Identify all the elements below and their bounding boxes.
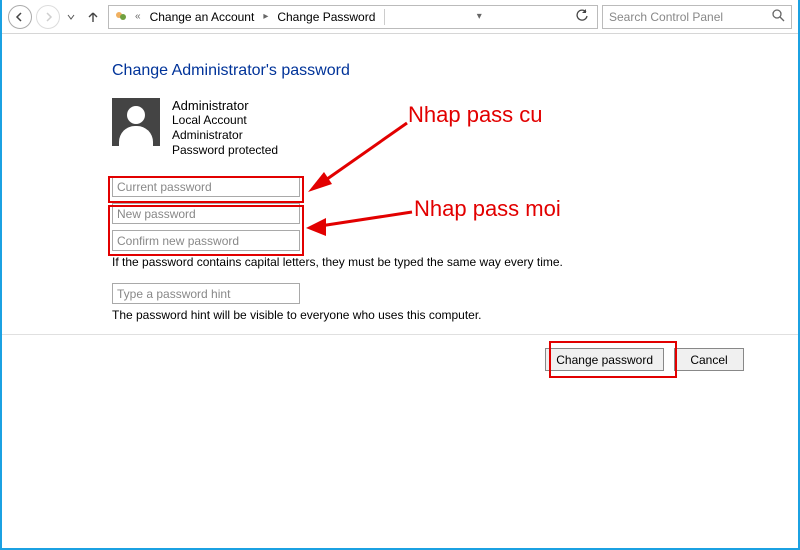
- change-password-button[interactable]: Change password: [545, 348, 664, 371]
- footer-divider: [2, 334, 798, 335]
- page-title: Change Administrator's password: [112, 62, 798, 80]
- button-row: Change password Cancel: [545, 348, 744, 371]
- refresh-button[interactable]: [571, 9, 593, 25]
- current-password-field[interactable]: [112, 176, 300, 197]
- content-area: Change Administrator's password Administ…: [2, 34, 798, 322]
- confirm-password-field[interactable]: [112, 230, 300, 251]
- avatar: [112, 98, 160, 146]
- hint-note: The password hint will be visible to eve…: [112, 308, 798, 322]
- chevron-right-icon[interactable]: ▸: [261, 11, 270, 22]
- search-input[interactable]: [609, 10, 772, 24]
- account-role: Administrator: [172, 128, 278, 143]
- new-password-field[interactable]: [112, 203, 300, 224]
- nav-forward-button: [36, 5, 60, 29]
- search-icon[interactable]: [772, 9, 785, 25]
- user-accounts-icon: [113, 9, 129, 25]
- cancel-button[interactable]: Cancel: [674, 348, 744, 371]
- nav-history-dropdown[interactable]: [64, 5, 78, 29]
- nav-up-button[interactable]: [82, 6, 104, 28]
- address-bar[interactable]: « Change an Account ▸ Change Password ▾: [108, 5, 598, 29]
- password-hint-field[interactable]: [112, 283, 300, 304]
- nav-back-button[interactable]: [8, 5, 32, 29]
- account-protection: Password protected: [172, 143, 278, 158]
- breadcrumb-parent[interactable]: Change an Account: [147, 10, 258, 24]
- address-divider: [384, 9, 385, 25]
- toolbar: « Change an Account ▸ Change Password ▾: [2, 0, 798, 34]
- account-type: Local Account: [172, 113, 278, 128]
- account-info: Administrator Local Account Administrato…: [172, 98, 278, 158]
- caps-note: If the password contains capital letters…: [112, 255, 798, 269]
- breadcrumb-root-sep[interactable]: «: [133, 11, 143, 22]
- address-dropdown-icon[interactable]: ▾: [475, 11, 484, 22]
- account-block: Administrator Local Account Administrato…: [112, 98, 798, 158]
- search-box[interactable]: [602, 5, 792, 29]
- breadcrumb-current[interactable]: Change Password: [274, 10, 378, 24]
- account-name: Administrator: [172, 98, 278, 113]
